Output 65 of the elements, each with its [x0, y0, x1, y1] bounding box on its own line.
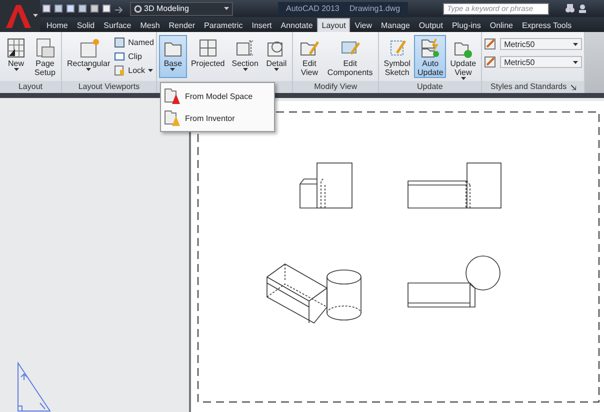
ribbon-button[interactable]: Update View [447, 35, 480, 78]
model-space-icon [164, 87, 182, 105]
ribbon-button[interactable]: Detail [262, 35, 290, 78]
ribbon-tab[interactable]: Mesh [136, 18, 164, 32]
ribbon-button[interactable]: Rectangular [64, 35, 114, 78]
panel-title: Layout [18, 81, 43, 93]
ribbon-tab[interactable]: Solid [72, 18, 100, 32]
ribbon-button[interactable]: Base [158, 35, 187, 78]
ribbon-button[interactable]: Page Setup [31, 35, 59, 78]
inventor-icon [164, 109, 182, 127]
page-setup-icon [34, 37, 56, 59]
ribbon-button[interactable]: New [2, 35, 30, 78]
panel-launcher-icon[interactable] [570, 84, 576, 90]
user-icon[interactable] [578, 4, 587, 13]
ribbon-small-button[interactable]: Clip [114, 50, 154, 62]
panel-title: Layout Viewports [78, 81, 140, 93]
style-dropdown[interactable]: Metric50 [500, 56, 582, 68]
style-icon[interactable] [484, 38, 496, 50]
named-views-icon [114, 36, 126, 48]
ribbon-tab[interactable]: Express Tools [517, 18, 576, 32]
ucs-triangle-icon [17, 362, 51, 412]
ribbon-small-button[interactable]: Named [114, 36, 154, 48]
ribbon-tab[interactable]: Output [414, 18, 448, 32]
ribbon-button[interactable]: Edit View [295, 35, 324, 78]
ribbon-tab[interactable]: Surface [99, 18, 136, 32]
caret-icon [573, 60, 578, 64]
ribbon-tab[interactable]: Annotate [276, 18, 318, 32]
panel-title: Modify View [314, 81, 358, 93]
style-icon[interactable] [484, 56, 496, 68]
ribbon-button[interactable]: Projected [188, 35, 228, 78]
lock-icon [114, 64, 126, 76]
auto-update-icon [419, 37, 442, 59]
sheet-grid-icon [5, 37, 27, 59]
ribbon-tab[interactable]: Layout [317, 18, 350, 32]
clip-icon [114, 50, 126, 62]
ribbon-small-button[interactable]: Lock [114, 64, 154, 76]
caret-icon [573, 42, 578, 46]
file-name: Drawing1.dwg [349, 4, 400, 13]
ribbon-tab[interactable]: Plug-ins [447, 18, 486, 32]
panel-title: Styles and Standards [490, 81, 567, 93]
grid-view-icon [196, 37, 219, 59]
ribbon-tab[interactable]: View [350, 18, 376, 32]
ribbon-button[interactable]: Section [228, 35, 262, 78]
ribbon-button[interactable]: Symbol Sketch [380, 35, 414, 78]
ribbon-tab[interactable]: Insert [247, 18, 276, 32]
style-dropdown[interactable]: Metric50 [500, 38, 582, 50]
panel-title: Update [417, 81, 443, 93]
ribbon-empty-area [585, 32, 604, 93]
caret-icon [224, 7, 229, 10]
app-name: AutoCAD 2013 [286, 4, 340, 13]
ribbon-tab[interactable]: Parametric [200, 18, 248, 32]
menu-item[interactable]: From Model Space [161, 85, 274, 107]
top-left-view-drawing [300, 162, 352, 208]
redo-icon[interactable] [114, 4, 123, 13]
ribbon-button[interactable]: Auto Update [414, 35, 446, 78]
workspace-dropdown[interactable]: 3D Modeling [130, 2, 233, 16]
rectangle-viewport-icon [78, 37, 100, 59]
binoculars-icon[interactable] [565, 4, 575, 13]
ribbon-tab[interactable]: Home [42, 18, 72, 32]
ribbon-tab[interactable]: Manage [376, 18, 414, 32]
workspace-name: 3D Modeling [144, 4, 190, 13]
ribbon-button[interactable]: Edit Components [324, 35, 376, 78]
ribbon-tab[interactable]: Render [164, 18, 200, 32]
ribbon-tab[interactable]: Online [485, 18, 518, 32]
menu-item[interactable]: From Inventor [161, 107, 274, 129]
